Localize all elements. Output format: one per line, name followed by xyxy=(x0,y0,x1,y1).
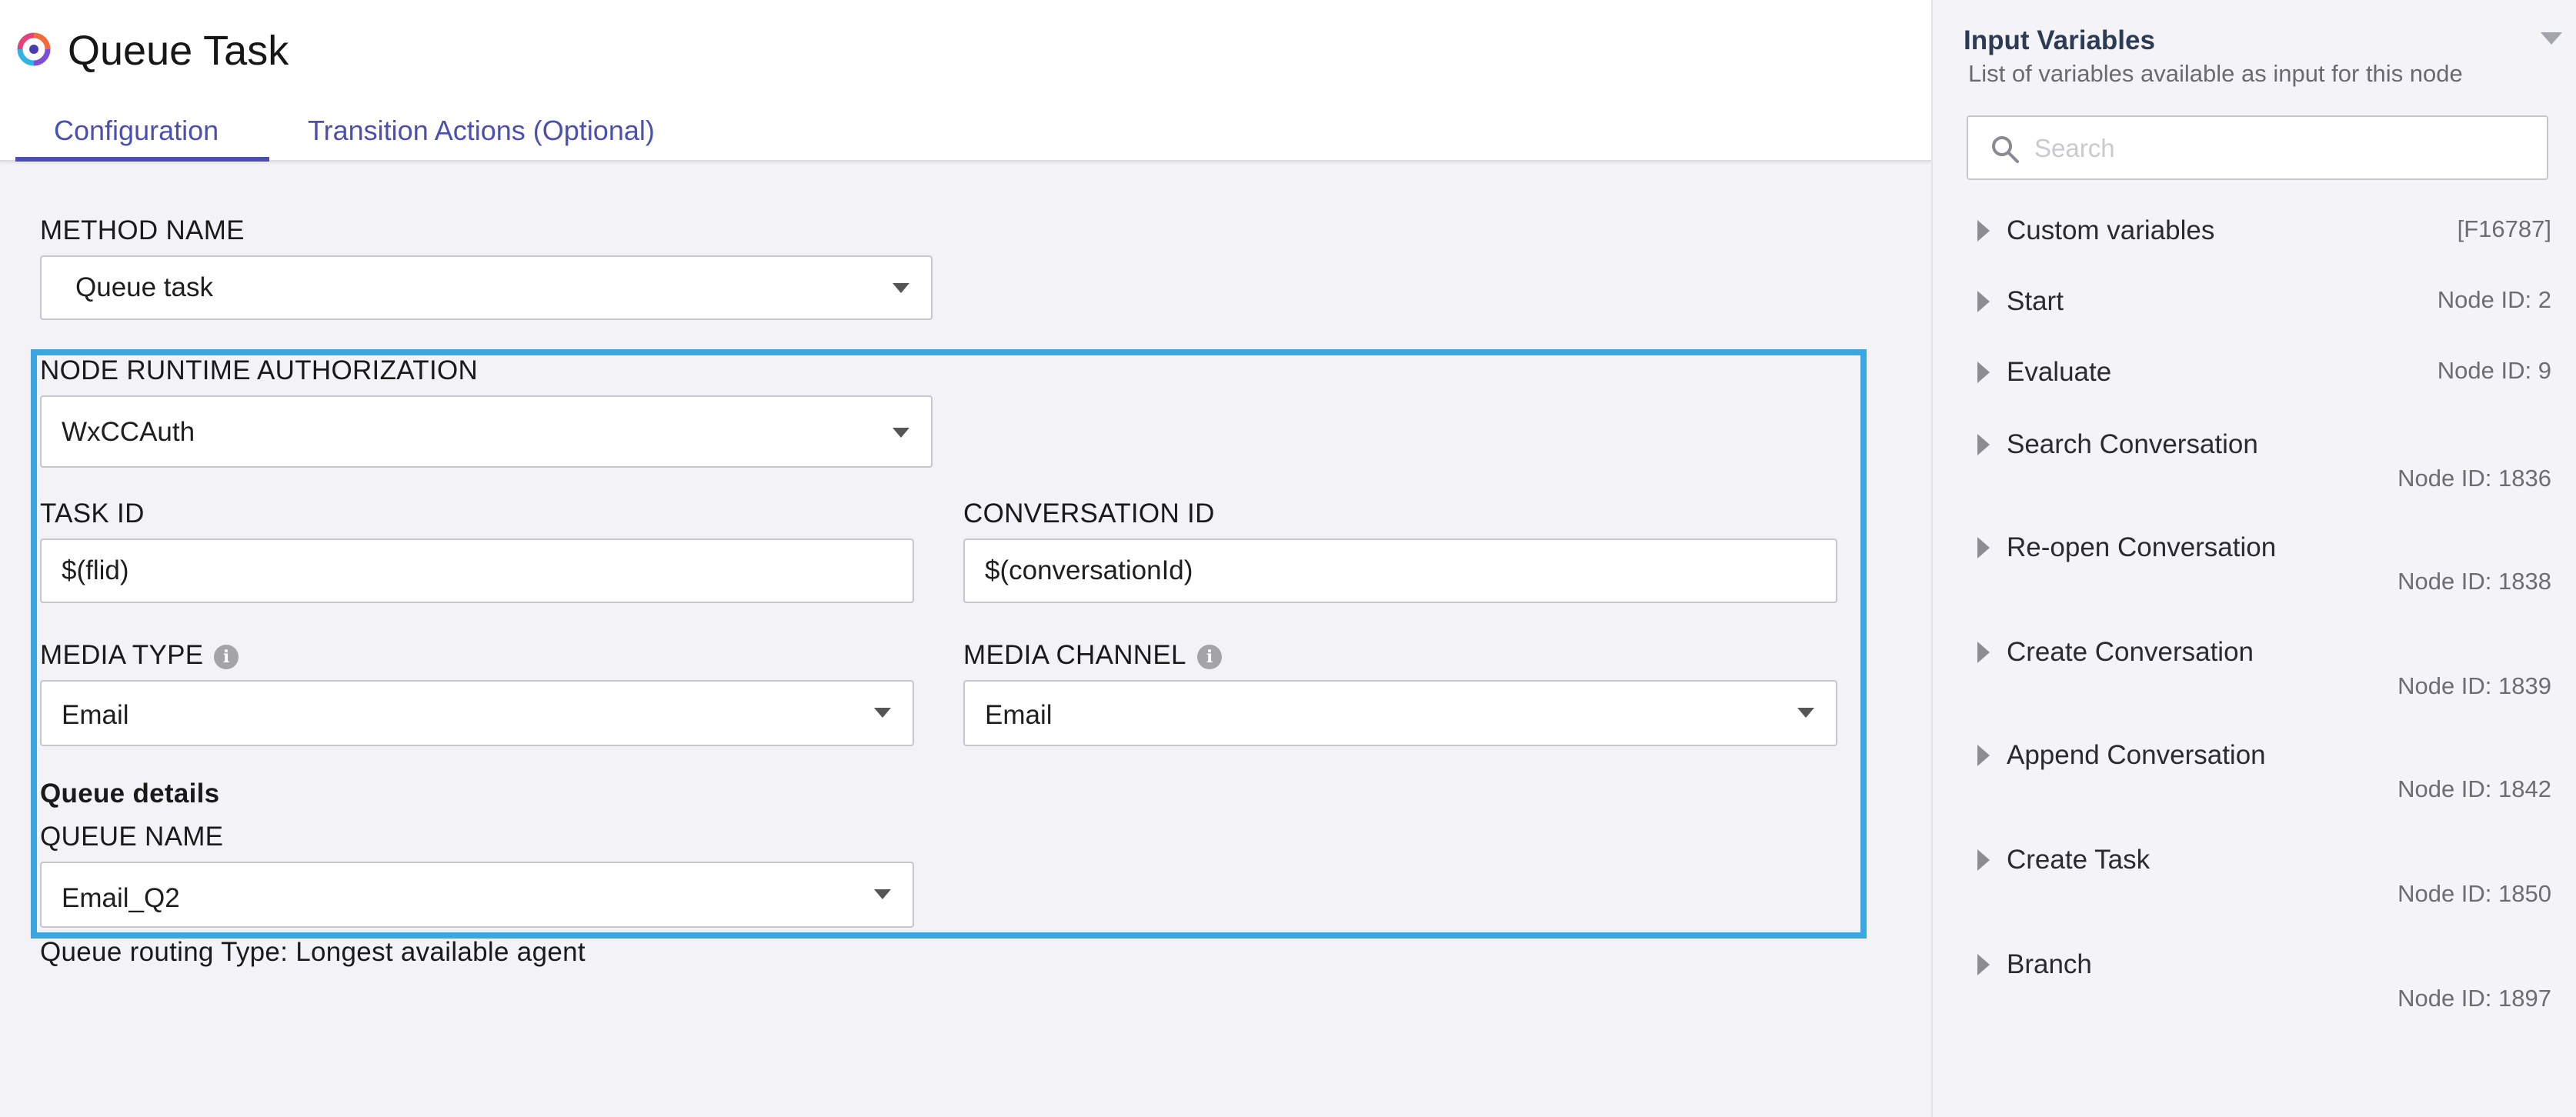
panel-header: Queue Task Configuration Transition Acti… xyxy=(0,0,1931,162)
chevron-down-icon xyxy=(1797,708,1814,718)
tree-item-label: Search Conversation xyxy=(2007,429,2258,459)
media-type-select[interactable]: Email xyxy=(40,680,914,746)
method-name-label: METHOD NAME xyxy=(40,215,245,245)
tree-item-create-conversation[interactable]: Create Conversation Node ID: 1839 xyxy=(1967,635,2551,712)
task-id-field[interactable]: $(flid) xyxy=(40,538,914,603)
method-name-value: Queue task xyxy=(75,272,213,302)
input-variables-panel: Input Variables List of variables availa… xyxy=(1931,0,2576,1117)
caret-right-icon[interactable] xyxy=(1977,362,1990,383)
tree-item-search-conversation[interactable]: Search Conversation Node ID: 1836 xyxy=(1967,428,2551,505)
caret-right-icon[interactable] xyxy=(1977,745,1990,766)
tree-item-branch[interactable]: Branch Node ID: 1897 xyxy=(1967,948,2551,1025)
tree-item-label: Create Task xyxy=(2007,845,2151,875)
search-input[interactable] xyxy=(2033,125,2528,172)
auth-label: NODE RUNTIME AUTHORIZATION xyxy=(40,355,479,385)
queue-name-value: Email_Q2 xyxy=(62,883,180,913)
tab-transition-actions[interactable]: Transition Actions (Optional) xyxy=(308,112,655,149)
caret-right-icon[interactable] xyxy=(1977,849,1990,871)
info-icon[interactable]: i xyxy=(1197,645,1222,669)
auth-value: WxCCAuth xyxy=(62,417,195,447)
tree-item-label: Start xyxy=(2007,286,2064,316)
auth-select[interactable]: WxCCAuth xyxy=(40,395,933,468)
media-type-label: MEDIA TYPE xyxy=(40,640,204,670)
queue-name-select[interactable]: Email_Q2 xyxy=(40,862,914,928)
chevron-down-icon xyxy=(874,708,891,718)
tree-item-label: Branch xyxy=(2007,949,2092,979)
caret-right-icon[interactable] xyxy=(1977,954,1990,975)
method-name-select[interactable]: Queue task xyxy=(40,255,933,320)
collapse-icon[interactable] xyxy=(2541,32,2562,45)
input-variables-subtitle: List of variables available as input for… xyxy=(1968,60,2463,87)
webex-logo-icon xyxy=(17,32,51,66)
caret-right-icon[interactable] xyxy=(1977,291,1990,312)
tree-item-meta: Node ID: 2 xyxy=(2437,286,2551,313)
chevron-down-icon xyxy=(874,889,891,899)
configuration-panel: Queue Task Configuration Transition Acti… xyxy=(0,0,1931,1117)
tree-item-meta: Node ID: 1897 xyxy=(2397,985,2551,1012)
task-id-value: $(flid) xyxy=(62,555,129,585)
tree-item-meta: Node ID: 1842 xyxy=(2397,775,2551,802)
tree-item-meta: Node ID: 1850 xyxy=(2397,880,2551,907)
tree-item-append-conversation[interactable]: Append Conversation Node ID: 1842 xyxy=(1967,739,2551,815)
tree-item-meta: Node ID: 9 xyxy=(2437,357,2551,384)
search-icon xyxy=(1992,136,2019,163)
queue-details-heading: Queue details xyxy=(40,779,220,809)
tree-item-create-task[interactable]: Create Task Node ID: 1850 xyxy=(1967,843,2551,920)
page-title: Queue Task xyxy=(68,28,289,74)
tree-item-label: Create Conversation xyxy=(2007,637,2254,667)
media-type-value: Email xyxy=(62,700,129,730)
caret-right-icon[interactable] xyxy=(1977,537,1990,558)
tree-item-evaluate[interactable]: Evaluate Node ID: 9 xyxy=(1967,355,2551,417)
caret-right-icon[interactable] xyxy=(1977,434,1990,455)
caret-right-icon[interactable] xyxy=(1977,642,1990,663)
tree-item-reopen-conversation[interactable]: Re-open Conversation Node ID: 1838 xyxy=(1967,531,2551,608)
tree-item-label: Append Conversation xyxy=(2007,740,2266,770)
media-channel-select[interactable]: Email xyxy=(963,680,1837,746)
tree-item-start[interactable]: Start Node ID: 2 xyxy=(1967,285,2551,346)
chevron-down-icon xyxy=(893,428,909,438)
tree-item-label: Evaluate xyxy=(2007,357,2112,387)
chevron-down-icon xyxy=(893,283,909,293)
queue-name-label: QUEUE NAME xyxy=(40,822,224,852)
search-box[interactable] xyxy=(1967,115,2548,180)
media-channel-label: MEDIA CHANNEL xyxy=(963,640,1186,670)
task-id-label: TASK ID xyxy=(40,498,145,528)
tree-item-meta: Node ID: 1838 xyxy=(2397,568,2551,595)
conversation-id-value: $(conversationId) xyxy=(985,555,1193,585)
media-channel-value: Email xyxy=(985,700,1053,730)
caret-right-icon[interactable] xyxy=(1977,220,1990,242)
tab-configuration[interactable]: Configuration xyxy=(54,112,219,149)
tree-item-custom-variables[interactable]: Custom variables [F16787] xyxy=(1967,214,2551,275)
tree-item-meta: [F16787] xyxy=(2457,215,2551,242)
conversation-id-field[interactable]: $(conversationId) xyxy=(963,538,1837,603)
routing-type-text: Queue routing Type: Longest available ag… xyxy=(40,937,586,967)
tree-item-label: Re-open Conversation xyxy=(2007,532,2277,562)
info-icon[interactable]: i xyxy=(214,645,239,669)
active-tab-indicator xyxy=(15,157,269,162)
tree-item-meta: Node ID: 1836 xyxy=(2397,465,2551,492)
tree-item-meta: Node ID: 1839 xyxy=(2397,672,2551,699)
input-variables-title: Input Variables xyxy=(1964,25,2155,55)
tree-item-label: Custom variables xyxy=(2007,215,2215,245)
conversation-id-label: CONVERSATION ID xyxy=(963,498,1215,528)
